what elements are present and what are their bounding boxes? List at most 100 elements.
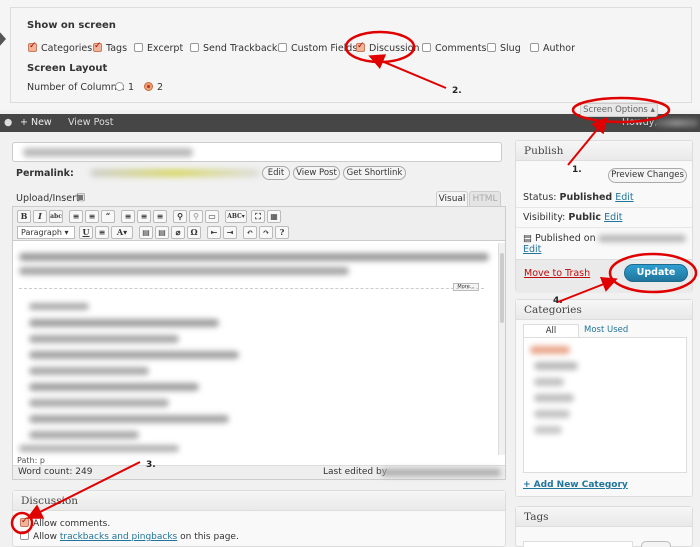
tag-input[interactable] bbox=[523, 541, 633, 547]
spellcheck-icon[interactable]: ABC▾ bbox=[225, 210, 247, 223]
visibility-edit-link[interactable]: Edit bbox=[604, 212, 622, 223]
discussion-title[interactable]: Discussion bbox=[13, 491, 505, 511]
tab-visual[interactable]: Visual bbox=[436, 191, 468, 207]
get-shortlink-button[interactable]: Get Shortlink bbox=[343, 166, 406, 180]
permalink-edit-button[interactable]: Edit bbox=[262, 166, 290, 180]
add-new-category-link[interactable]: + Add New Category bbox=[523, 480, 628, 490]
post-title-input[interactable] bbox=[12, 142, 502, 162]
content-redacted-line bbox=[19, 253, 489, 261]
checkbox-categories[interactable]: Categories bbox=[28, 41, 93, 54]
checkbox-author[interactable]: Author bbox=[530, 43, 575, 54]
text-color-icon[interactable]: A▾ bbox=[111, 226, 133, 239]
unlink-icon[interactable]: ⚲ bbox=[189, 210, 203, 223]
admin-bar-new[interactable]: + New bbox=[20, 117, 52, 128]
align-left-icon[interactable]: ≡ bbox=[121, 210, 135, 223]
checkbox-icon[interactable] bbox=[278, 43, 287, 52]
view-post-button[interactable]: View Post bbox=[293, 166, 340, 180]
checkbox-slug[interactable]: Slug bbox=[487, 43, 521, 54]
status-edit-link[interactable]: Edit bbox=[615, 192, 633, 203]
tab-most-used[interactable]: Most Used bbox=[584, 325, 628, 335]
checkbox-icon[interactable] bbox=[20, 531, 29, 540]
screen-options-tab[interactable]: Screen Options ▴ bbox=[580, 103, 658, 117]
add-tag-button[interactable] bbox=[641, 541, 671, 547]
remove-format-icon[interactable]: ⌀ bbox=[171, 226, 185, 239]
checkbox-icon[interactable] bbox=[134, 43, 143, 52]
last-edited-redacted bbox=[381, 469, 501, 476]
checkbox-icon[interactable] bbox=[190, 43, 199, 52]
word-count: Word count: 249 bbox=[18, 467, 93, 477]
more-tag-icon[interactable]: ▭ bbox=[205, 210, 219, 223]
checkbox-excerpt[interactable]: Excerpt bbox=[134, 43, 183, 54]
checkbox-label: Categories bbox=[41, 43, 93, 54]
bold-icon[interactable]: B bbox=[17, 210, 31, 223]
allow-comments-option[interactable]: Allow comments. bbox=[20, 516, 110, 529]
checkbox-tags[interactable]: Tags bbox=[93, 41, 127, 54]
publish-title[interactable]: Publish bbox=[516, 141, 692, 161]
tab-html[interactable]: HTML bbox=[469, 191, 501, 207]
category-redacted bbox=[534, 410, 570, 418]
published-on-edit-link-text[interactable]: Edit bbox=[523, 244, 541, 255]
checkbox-icon[interactable] bbox=[93, 41, 102, 52]
paste-word-icon[interactable]: ▤ bbox=[155, 226, 169, 239]
content-editor[interactable]: B I abc ≡ ≡ “ ≡ ≡ ≡ ⚲ ⚲ ▭ ABC▾ ⛶ ▦ Parag… bbox=[12, 206, 506, 480]
add-new-category-text[interactable]: + Add New Category bbox=[523, 480, 628, 490]
published-on-edit-link[interactable]: Edit bbox=[523, 244, 541, 255]
checkbox-icon[interactable] bbox=[487, 43, 496, 52]
category-checklist[interactable] bbox=[523, 337, 687, 473]
radio-icon[interactable] bbox=[115, 82, 124, 91]
underline-icon[interactable]: U bbox=[79, 226, 93, 239]
undo-icon[interactable]: ↶ bbox=[243, 226, 257, 239]
strikethrough-icon[interactable]: abc bbox=[49, 210, 63, 223]
paragraph-format-select[interactable]: Paragraph ▾ bbox=[17, 226, 75, 239]
checkbox-icon[interactable] bbox=[28, 41, 37, 52]
content-redacted-line bbox=[29, 335, 179, 343]
justify-icon[interactable]: ≡ bbox=[95, 226, 109, 239]
scrollbar-thumb[interactable] bbox=[500, 253, 504, 323]
editor-scrollbar[interactable] bbox=[498, 243, 505, 455]
redo-icon[interactable]: ↷ bbox=[259, 226, 273, 239]
link-icon[interactable]: ⚲ bbox=[173, 210, 187, 223]
help-icon[interactable]: ? bbox=[275, 226, 289, 239]
user-name-redacted bbox=[654, 119, 698, 127]
categories-title[interactable]: Categories bbox=[516, 300, 692, 320]
preview-changes-button[interactable]: Preview Changes bbox=[608, 168, 687, 183]
indent-icon[interactable]: ⇥ bbox=[223, 226, 237, 239]
admin-bar-howdy[interactable]: Howdy, bbox=[622, 117, 657, 128]
update-button[interactable]: Update bbox=[624, 264, 688, 282]
paste-text-icon[interactable]: ▤ bbox=[139, 226, 153, 239]
media-icon[interactable]: ▣ bbox=[76, 192, 85, 203]
wp-logo-icon[interactable]: ● bbox=[4, 117, 12, 128]
kitchen-sink-icon[interactable]: ▦ bbox=[267, 210, 281, 223]
editor-path: Path: p bbox=[17, 456, 45, 465]
checkbox-icon[interactable] bbox=[20, 516, 29, 527]
checkbox-icon[interactable] bbox=[356, 41, 365, 52]
checkbox-discussion[interactable]: Discussion bbox=[356, 41, 420, 54]
move-to-trash-link[interactable]: Move to Trash bbox=[524, 268, 590, 279]
blockquote-icon[interactable]: “ bbox=[101, 210, 115, 223]
italic-icon[interactable]: I bbox=[33, 210, 47, 223]
allow-trackbacks-option[interactable]: Allow trackbacks and pingbacks on this p… bbox=[20, 531, 239, 542]
checkbox-icon[interactable] bbox=[530, 43, 539, 52]
align-center-icon[interactable]: ≡ bbox=[137, 210, 151, 223]
annotation-step-3: 3. bbox=[146, 460, 156, 470]
admin-bar-view-post[interactable]: View Post bbox=[68, 117, 113, 128]
numbered-list-icon[interactable]: ≡ bbox=[85, 210, 99, 223]
fullscreen-icon[interactable]: ⛶ bbox=[251, 210, 265, 223]
divider bbox=[516, 227, 692, 228]
special-char-icon[interactable]: Ω bbox=[187, 226, 201, 239]
checkbox-custom-fields[interactable]: Custom Fields bbox=[278, 43, 357, 54]
radio-icon[interactable] bbox=[144, 82, 153, 91]
tags-title[interactable]: Tags bbox=[516, 507, 692, 527]
align-right-icon[interactable]: ≡ bbox=[153, 210, 167, 223]
bullet-list-icon[interactable]: ≡ bbox=[69, 210, 83, 223]
trackbacks-link[interactable]: trackbacks and pingbacks bbox=[60, 532, 177, 542]
tab-all-categories[interactable]: All Categories bbox=[523, 324, 579, 348]
checkbox-send-trackbacks[interactable]: Send Trackbacks bbox=[190, 43, 282, 54]
radio-columns-1[interactable]: 1 bbox=[115, 82, 134, 93]
checkbox-icon[interactable] bbox=[422, 43, 431, 52]
publish-date-redacted bbox=[598, 235, 686, 242]
checkbox-label: Send Trackbacks bbox=[203, 43, 283, 54]
outdent-icon[interactable]: ⇤ bbox=[207, 226, 221, 239]
checkbox-comments[interactable]: Comments bbox=[422, 43, 487, 54]
radio-columns-2[interactable]: 2 bbox=[144, 82, 163, 93]
